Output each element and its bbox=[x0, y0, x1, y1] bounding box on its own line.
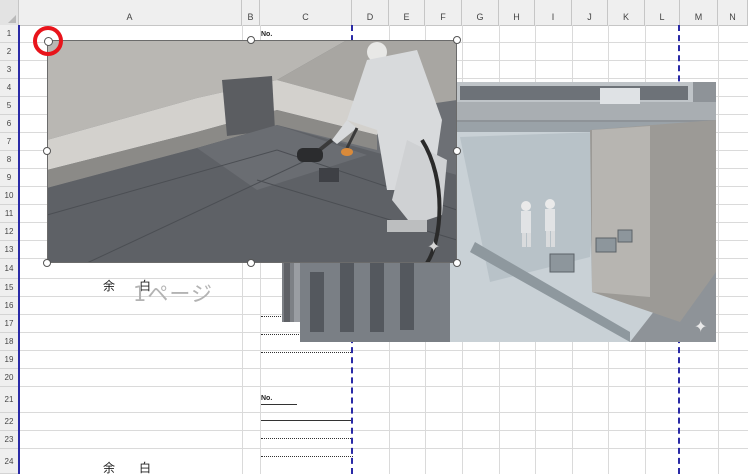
row-header[interactable]: 24 bbox=[0, 449, 18, 474]
resize-handle-top-left[interactable] bbox=[44, 37, 53, 46]
column-header-K[interactable]: K bbox=[608, 0, 645, 25]
row-header[interactable]: 6 bbox=[0, 115, 18, 133]
row-header[interactable]: 21 bbox=[0, 387, 18, 413]
cell-C21-label: No. bbox=[261, 395, 273, 402]
row-header[interactable]: 7 bbox=[0, 133, 18, 151]
label-underline bbox=[261, 404, 297, 405]
roof-waterproofing-photo-1[interactable]: ✦ bbox=[47, 40, 457, 263]
row-header[interactable]: 15 bbox=[0, 279, 18, 297]
row-header[interactable]: 10 bbox=[0, 187, 18, 205]
row-header[interactable]: 17 bbox=[0, 315, 18, 333]
dotted-rule bbox=[261, 438, 353, 439]
resize-handle-bottom-left[interactable] bbox=[43, 259, 51, 267]
row-header[interactable]: 18 bbox=[0, 333, 18, 351]
column-header-F[interactable]: F bbox=[425, 0, 462, 25]
print-area-border bbox=[18, 25, 20, 474]
row-header[interactable]: 22 bbox=[0, 413, 18, 431]
resize-handle-left[interactable] bbox=[43, 147, 51, 155]
row-header[interactable]: 4 bbox=[0, 79, 18, 97]
column-header-E[interactable]: E bbox=[389, 0, 425, 25]
select-all-button[interactable] bbox=[0, 0, 19, 25]
row-header[interactable]: 19 bbox=[0, 351, 18, 369]
column-header-M[interactable]: M bbox=[680, 0, 718, 25]
row-header[interactable]: 3 bbox=[0, 61, 18, 79]
column-header-B[interactable]: B bbox=[242, 0, 260, 25]
column-header-J[interactable]: J bbox=[572, 0, 608, 25]
column-header-N[interactable]: N bbox=[718, 0, 748, 25]
highlighted-corner-handle[interactable] bbox=[33, 26, 63, 56]
column-header-D[interactable]: D bbox=[352, 0, 389, 25]
row-header[interactable]: 2 bbox=[0, 43, 18, 61]
cell-A24-margin-text: 余白 bbox=[103, 461, 176, 475]
dotted-rule bbox=[261, 352, 353, 353]
cell-C1-label: No. bbox=[261, 31, 273, 38]
column-header-C[interactable]: C bbox=[260, 0, 352, 25]
row-header[interactable]: 23 bbox=[0, 431, 18, 449]
row-header[interactable]: 1 bbox=[0, 25, 18, 43]
row-header[interactable]: 9 bbox=[0, 169, 18, 187]
column-header-G[interactable]: G bbox=[462, 0, 499, 25]
column-header-bar: A B C D E F G H I J K L M N bbox=[0, 0, 748, 26]
column-header-I[interactable]: I bbox=[535, 0, 572, 25]
resize-handle-right[interactable] bbox=[453, 147, 461, 155]
resize-handle-bottom-right[interactable] bbox=[453, 259, 461, 267]
row-header[interactable]: 20 bbox=[0, 369, 18, 387]
column-header-H[interactable]: H bbox=[499, 0, 535, 25]
column-header-L[interactable]: L bbox=[645, 0, 680, 25]
row-header[interactable]: 14 bbox=[0, 259, 18, 279]
row-header[interactable]: 16 bbox=[0, 297, 18, 315]
svg-text:✦: ✦ bbox=[694, 317, 707, 336]
dotted-rule bbox=[261, 456, 353, 457]
row-header[interactable]: 8 bbox=[0, 151, 18, 169]
resize-handle-top[interactable] bbox=[247, 36, 255, 44]
row-header[interactable]: 5 bbox=[0, 97, 18, 115]
row-header[interactable]: 13 bbox=[0, 241, 18, 259]
row-header[interactable]: 12 bbox=[0, 223, 18, 241]
resize-handle-top-right[interactable] bbox=[453, 36, 461, 44]
page-number-watermark: 1ページ bbox=[133, 282, 213, 306]
resize-handle-bottom[interactable] bbox=[247, 259, 255, 267]
row-header[interactable]: 11 bbox=[0, 205, 18, 223]
solid-rule bbox=[261, 420, 353, 421]
svg-text:✦: ✦ bbox=[427, 237, 440, 256]
row-header-bar: 1 2 3 4 5 6 7 8 9 10 11 12 13 14 15 16 1… bbox=[0, 25, 19, 474]
column-header-A[interactable]: A bbox=[18, 0, 242, 25]
